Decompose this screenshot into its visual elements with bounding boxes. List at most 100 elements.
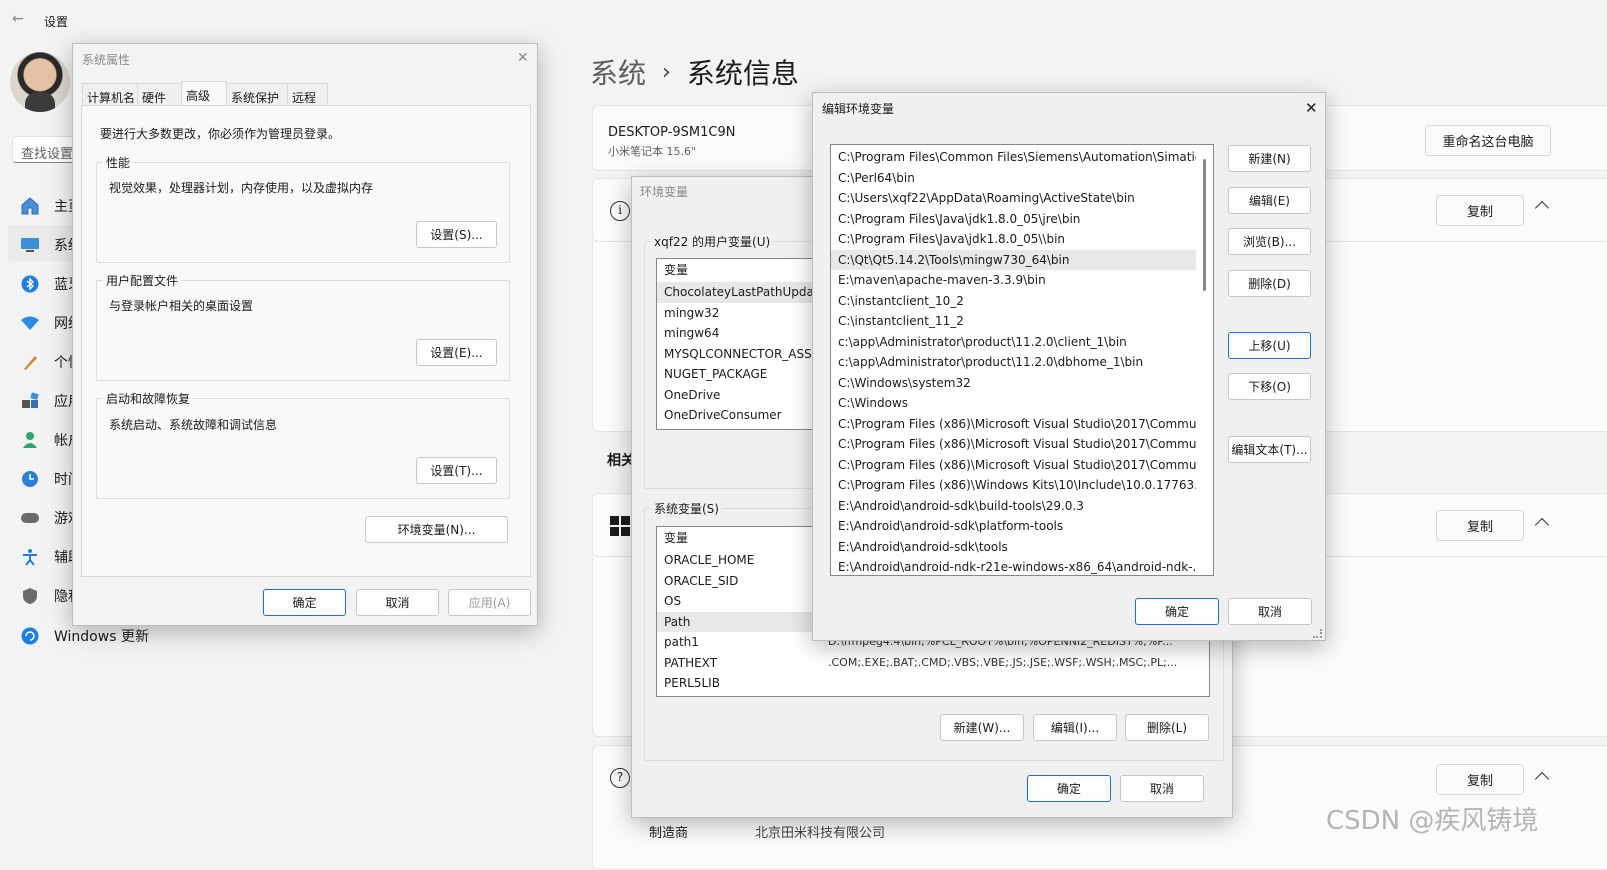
variable-name: OS bbox=[664, 594, 682, 608]
variable-name: Path bbox=[664, 614, 691, 629]
delete-path-button[interactable]: 删除(D) bbox=[1228, 270, 1311, 297]
accounts-icon bbox=[18, 428, 42, 452]
dialog-title: 编辑环境变量 bbox=[822, 102, 895, 116]
startup-settings-button[interactable]: 设置(T)... bbox=[416, 457, 497, 484]
user-profile-group: 用户配置文件 与登录帐户相关的桌面设置 设置(E)... bbox=[96, 272, 510, 381]
scrollbar-thumb[interactable] bbox=[1203, 159, 1206, 291]
environment-variables-button[interactable]: 环境变量(N)... bbox=[365, 516, 508, 543]
new-path-button[interactable]: 新建(N) bbox=[1228, 145, 1311, 172]
tab-4[interactable]: 远程 bbox=[287, 83, 328, 105]
watermark: CSDN @疾风铸境 bbox=[1326, 806, 1539, 836]
dialog-title: 系统属性 bbox=[82, 53, 131, 67]
cancel-button[interactable]: 取消 bbox=[1120, 775, 1204, 802]
windows-update-icon bbox=[18, 624, 42, 648]
cancel-button[interactable]: 取消 bbox=[1228, 598, 1312, 625]
personalization-icon bbox=[18, 350, 42, 374]
path-entry[interactable]: C:\Program Files\Common Files\Siemens\Au… bbox=[831, 147, 1196, 168]
tab-0[interactable]: 计算机名 bbox=[82, 83, 138, 105]
path-entry[interactable]: C:\Program Files (x86)\Microsoft Visual … bbox=[831, 434, 1196, 455]
manufacturer-value: 北京田米科技有限公司 bbox=[755, 826, 886, 841]
gaming-icon bbox=[18, 506, 42, 530]
close-icon[interactable]: ✕ bbox=[1305, 99, 1318, 117]
cancel-button[interactable]: 取消 bbox=[356, 589, 439, 616]
table-row[interactable]: PERL5LIB bbox=[657, 673, 1209, 694]
path-entry[interactable]: C:\instantclient_11_2 bbox=[831, 311, 1196, 332]
edit-path-button[interactable]: 编辑(E) bbox=[1228, 187, 1311, 214]
chevron-up-icon[interactable] bbox=[1534, 771, 1550, 787]
path-entry[interactable]: E:\Android\android-sdk\build-tools\29.0.… bbox=[831, 496, 1196, 517]
path-entry[interactable]: E:\maven\apache-maven-3.3.9\bin bbox=[831, 270, 1196, 291]
path-entry[interactable]: c:\app\Administrator\product\11.2.0\dbho… bbox=[831, 352, 1196, 373]
path-entry[interactable]: C:\Qt\Qt5.14.2\Tools\mingw730_64\bin bbox=[831, 249, 1196, 270]
back-button[interactable]: ← bbox=[12, 11, 24, 27]
tab-3[interactable]: 系统保护 bbox=[226, 83, 288, 105]
chevron-up-icon[interactable] bbox=[1534, 517, 1550, 533]
browse-path-button[interactable]: 浏览(B)... bbox=[1228, 228, 1311, 255]
help-icon: ? bbox=[610, 768, 630, 788]
path-entry[interactable]: E:\Android\android-sdk\platform-tools bbox=[831, 516, 1196, 537]
path-entry[interactable]: C:\Program Files (x86)\Microsoft Visual … bbox=[831, 455, 1196, 476]
variable-name: PERL5LIB bbox=[664, 676, 720, 690]
move-up-button[interactable]: 上移(U) bbox=[1228, 332, 1311, 359]
breadcrumb-root[interactable]: 系统 bbox=[590, 52, 646, 92]
path-entry[interactable]: E:\Android\android-sdk\tools bbox=[831, 537, 1196, 558]
tab-strip: 计算机名 硬件 高级 系统保护 远程 bbox=[82, 81, 328, 105]
performance-group: 性能 视觉效果，处理器计划，内存使用，以及虚拟内存 设置(S)... bbox=[96, 154, 510, 263]
apps-icon bbox=[18, 389, 42, 413]
path-entry[interactable]: C:\Program Files (x86)\Microsoft Visual … bbox=[831, 414, 1196, 435]
tab-1[interactable]: 硬件 bbox=[137, 83, 182, 105]
path-entry[interactable]: C:\Program Files\Java\jdk1.8.0_05\jre\bi… bbox=[831, 209, 1196, 230]
variable-name: path1 bbox=[664, 635, 699, 649]
path-entries-list[interactable]: C:\Program Files\Common Files\Siemens\Au… bbox=[830, 144, 1214, 576]
delete-system-variable-button[interactable]: 删除(L) bbox=[1125, 714, 1209, 741]
profile-settings-button[interactable]: 设置(E)... bbox=[416, 339, 497, 366]
group-label: 性能 bbox=[103, 154, 134, 171]
device-model: 小米笔记本 15.6" bbox=[608, 145, 697, 158]
manufacturer-label: 制造商 bbox=[649, 826, 689, 841]
path-entry[interactable]: C:\instantclient_10_2 bbox=[831, 291, 1196, 312]
page-title: 系统信息 bbox=[686, 57, 799, 90]
edit-system-variable-button[interactable]: 编辑(I)... bbox=[1033, 714, 1117, 741]
close-icon[interactable]: ✕ bbox=[517, 50, 529, 66]
edit-environment-variable-dialog: 编辑环境变量 ✕ C:\Program Files\Common Files\S… bbox=[812, 92, 1326, 641]
performance-settings-button[interactable]: 设置(S)... bbox=[416, 221, 497, 248]
path-entry[interactable]: C:\Program Files (x86)\Windows Kits\10\I… bbox=[831, 475, 1196, 496]
group-label: 用户配置文件 bbox=[103, 272, 182, 289]
path-entry[interactable]: C:\Perl64\bin bbox=[831, 168, 1196, 189]
dialog-title: 环境变量 bbox=[640, 185, 689, 199]
system-icon bbox=[18, 233, 42, 257]
time-icon bbox=[18, 467, 42, 491]
group-description: 系统启动、系统故障和调试信息 bbox=[109, 418, 278, 432]
table-row[interactable]: PATHEXT .COM;.EXE;.BAT;.CMD;.VBS;.VBE;.JS… bbox=[657, 653, 1209, 674]
copy-windows-spec-button[interactable]: 复制 bbox=[1436, 510, 1524, 541]
ok-button[interactable]: 确定 bbox=[263, 589, 346, 616]
ok-button[interactable]: 确定 bbox=[1135, 598, 1219, 625]
path-entry[interactable]: c:\app\Administrator\product\11.2.0\clie… bbox=[831, 332, 1196, 353]
tab-2[interactable]: 高级 bbox=[181, 81, 227, 105]
ok-button[interactable]: 确定 bbox=[1027, 775, 1111, 802]
rename-pc-button[interactable]: 重命名这台电脑 bbox=[1425, 125, 1551, 156]
move-down-button[interactable]: 下移(O) bbox=[1228, 373, 1311, 400]
path-entry[interactable]: C:\Program Files\Java\jdk1.8.0_05\\bin bbox=[831, 229, 1196, 250]
path-entry[interactable]: C:\Windows bbox=[831, 393, 1196, 414]
network-icon bbox=[18, 311, 42, 335]
path-entry[interactable]: C:\Windows\system32 bbox=[831, 373, 1196, 394]
admin-notice: 要进行大多数更改，你必须作为管理员登录。 bbox=[100, 127, 341, 141]
path-entry[interactable]: C:\Users\xqf22\AppData\Roaming\ActiveSta… bbox=[831, 188, 1196, 209]
accessibility-icon bbox=[18, 545, 42, 569]
chevron-up-icon[interactable] bbox=[1534, 200, 1550, 216]
variable-name: ORACLE_SID bbox=[664, 573, 739, 588]
path-entry[interactable]: E:\Android\android-ndk-r21e-windows-x86_… bbox=[831, 557, 1196, 575]
tab-panel: 要进行大多数更改，你必须作为管理员登录。 性能 视觉效果，处理器计划，内存使用，… bbox=[81, 105, 531, 577]
group-description: 视觉效果，处理器计划，内存使用，以及虚拟内存 bbox=[109, 181, 374, 195]
apply-button: 应用(A) bbox=[448, 589, 531, 616]
new-system-variable-button[interactable]: 新建(W)... bbox=[940, 714, 1024, 741]
edit-text-button[interactable]: 编辑文本(T)... bbox=[1228, 436, 1311, 463]
copy-support-button[interactable]: 复制 bbox=[1436, 764, 1524, 795]
system-properties-dialog: 系统属性 ✕ 计算机名 硬件 高级 系统保护 远程 要进行大多数更改，你必须作为管理员登… bbox=[72, 43, 538, 626]
group-label: xqf22 的用户变量(U) bbox=[651, 233, 774, 250]
startup-recovery-group: 启动和故障恢复 系统启动、系统故障和调试信息 设置(T)... bbox=[96, 390, 510, 499]
resize-grip-icon[interactable] bbox=[1313, 629, 1322, 638]
sidebar-item-label: Windows 更新 bbox=[54, 629, 149, 645]
copy-device-spec-button[interactable]: 复制 bbox=[1436, 195, 1524, 226]
